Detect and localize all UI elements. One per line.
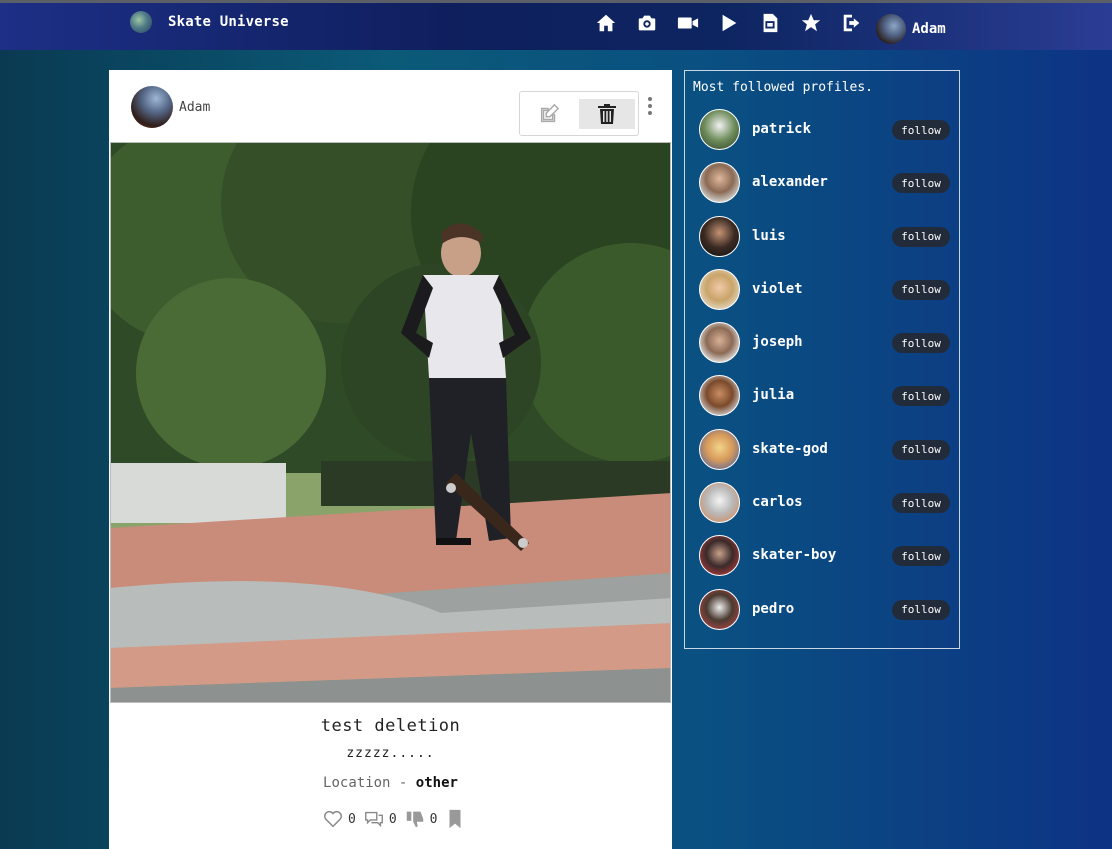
globe-logo-icon bbox=[130, 11, 152, 33]
list-item: carlos follow bbox=[699, 482, 951, 535]
list-item: patrick follow bbox=[699, 109, 951, 162]
list-item: luis follow bbox=[699, 215, 951, 269]
list-item: violet follow bbox=[699, 268, 951, 322]
trash-icon bbox=[598, 104, 616, 124]
follow-button[interactable]: follow bbox=[892, 226, 950, 247]
follow-button[interactable]: follow bbox=[892, 173, 950, 194]
list-item: joseph follow bbox=[699, 322, 951, 375]
avatar[interactable] bbox=[699, 588, 740, 630]
follow-button[interactable]: follow bbox=[892, 493, 950, 514]
delete-button[interactable] bbox=[579, 99, 635, 129]
list-item: julia follow bbox=[699, 375, 951, 428]
post-actions-popover bbox=[519, 91, 639, 136]
avatar[interactable] bbox=[699, 322, 740, 364]
profile-list: patrick follow alexander follow luis fol… bbox=[699, 109, 951, 642]
nav-icon-group bbox=[594, 11, 881, 35]
play-icon[interactable] bbox=[717, 11, 741, 35]
list-item: skate-god follow bbox=[699, 428, 951, 482]
document-icon[interactable] bbox=[758, 11, 782, 35]
follow-button[interactable]: follow bbox=[892, 279, 950, 300]
profile-name[interactable]: joseph bbox=[752, 334, 803, 350]
bookmark-icon[interactable] bbox=[444, 808, 466, 830]
list-item: pedro follow bbox=[699, 588, 951, 642]
edit-icon bbox=[540, 103, 560, 123]
post-options-button[interactable] bbox=[644, 97, 656, 115]
avatar bbox=[876, 14, 906, 44]
nav-user-profile[interactable]: Adam bbox=[876, 14, 946, 44]
post-photo bbox=[110, 142, 671, 703]
location-separator: - bbox=[398, 775, 408, 791]
profile-name[interactable]: skater-boy bbox=[752, 547, 836, 563]
dislike-count: 0 bbox=[429, 811, 438, 827]
profile-name[interactable]: violet bbox=[752, 281, 803, 297]
avatar[interactable] bbox=[699, 268, 740, 310]
avatar[interactable] bbox=[699, 375, 740, 417]
post-author-name: Adam bbox=[179, 99, 211, 115]
brand[interactable]: Skate Universe bbox=[130, 11, 289, 33]
follow-button[interactable]: follow bbox=[892, 386, 950, 407]
post-location: Location - other bbox=[109, 775, 672, 791]
panel-title: Most followed profiles. bbox=[693, 80, 874, 95]
follow-button[interactable]: follow bbox=[892, 439, 950, 460]
follow-button[interactable]: follow bbox=[892, 546, 950, 567]
profile-name[interactable]: julia bbox=[752, 387, 794, 403]
follow-button[interactable]: follow bbox=[892, 120, 950, 140]
avatar[interactable] bbox=[699, 215, 740, 257]
nav-user-name: Adam bbox=[912, 21, 946, 37]
follow-button[interactable]: follow bbox=[892, 599, 950, 620]
location-label: Location bbox=[323, 775, 391, 791]
star-icon[interactable] bbox=[799, 11, 823, 35]
logout-icon[interactable] bbox=[840, 11, 864, 35]
comments-icon[interactable] bbox=[363, 808, 385, 830]
post-title: test deletion bbox=[320, 716, 461, 736]
profile-name[interactable]: skate-god bbox=[752, 441, 828, 457]
post-card: Adam 2 bbox=[109, 70, 672, 849]
avatar[interactable] bbox=[699, 109, 740, 150]
edit-button[interactable] bbox=[528, 99, 570, 129]
thumbs-down-icon[interactable] bbox=[404, 808, 426, 830]
post-stats: 0 0 0 bbox=[322, 808, 466, 830]
location-value: other bbox=[415, 775, 458, 791]
camera-icon[interactable] bbox=[635, 11, 659, 35]
list-item: alexander follow bbox=[699, 162, 951, 215]
avatar[interactable] bbox=[699, 482, 740, 524]
avatar[interactable] bbox=[699, 535, 740, 577]
avatar[interactable] bbox=[699, 162, 740, 204]
post-author[interactable]: Adam bbox=[131, 86, 210, 128]
profile-name[interactable]: luis bbox=[752, 228, 786, 244]
profile-name[interactable]: patrick bbox=[752, 121, 811, 137]
avatar[interactable] bbox=[699, 428, 740, 470]
like-count: 0 bbox=[348, 811, 356, 827]
video-icon[interactable] bbox=[676, 11, 700, 35]
profile-name[interactable]: alexander bbox=[752, 174, 828, 190]
home-icon[interactable] bbox=[594, 11, 618, 35]
heart-icon[interactable] bbox=[322, 808, 344, 830]
post-description: zzzzz..... bbox=[346, 746, 435, 761]
top-navbar: Skate Universe Adam bbox=[0, 3, 1112, 50]
most-followed-panel: Most followed profiles. patrick follow a… bbox=[684, 70, 960, 649]
app-title: Skate Universe bbox=[168, 14, 289, 30]
comment-count: 0 bbox=[388, 811, 397, 827]
profile-name[interactable]: carlos bbox=[752, 494, 803, 510]
profile-name[interactable]: pedro bbox=[752, 601, 794, 617]
follow-button[interactable]: follow bbox=[892, 333, 950, 354]
avatar bbox=[131, 86, 173, 128]
list-item: skater-boy follow bbox=[699, 535, 951, 588]
